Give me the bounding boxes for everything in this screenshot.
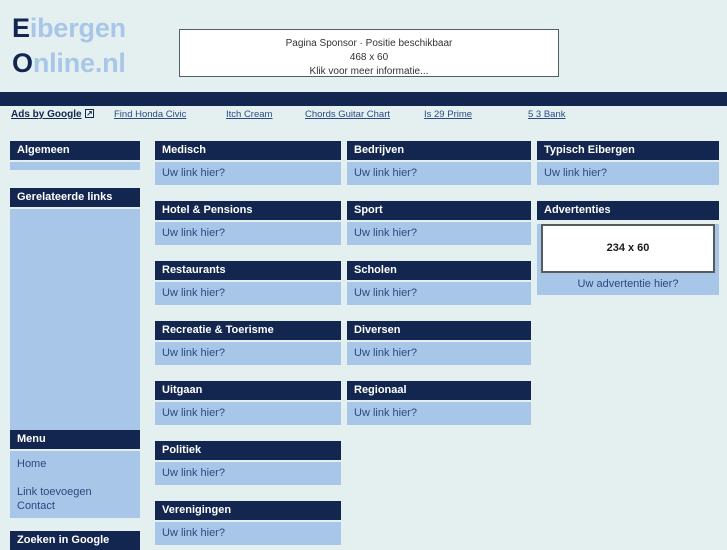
category-link-placeholder[interactable]: Uw link hier? xyxy=(162,286,334,300)
category-link-placeholder[interactable]: Uw link hier? xyxy=(162,226,334,240)
sponsor-line-1: Pagina Sponsor · Positie beschikbaar xyxy=(285,38,453,49)
category-body-hotel-pensions: Uw link hier? xyxy=(155,222,341,245)
logo-rest-ibergen: ibergen xyxy=(29,13,126,43)
category-link-placeholder[interactable]: Uw link hier? xyxy=(162,346,334,360)
category-link-placeholder[interactable]: Uw link hier? xyxy=(162,526,334,540)
category-body-regionaal: Uw link hier? xyxy=(347,402,531,425)
advertenties-panel: Advertenties 234 x 60 Uw advertentie hie… xyxy=(537,201,719,295)
category-title-verenigingen[interactable]: Verenigingen xyxy=(155,501,341,520)
ad-link-3[interactable]: Is 29 Prime xyxy=(424,109,472,120)
site-logo[interactable]: Eibergen Online.nl xyxy=(12,14,126,77)
external-link-icon xyxy=(84,109,94,121)
ads-links-strip: Ads by Google Find Honda Civic Itch Crea… xyxy=(0,106,727,128)
category-title-diversen[interactable]: Diversen xyxy=(347,321,531,340)
category-panel-medisch: Medisch Uw link hier? xyxy=(155,141,341,185)
category-title-bedrijven[interactable]: Bedrijven xyxy=(347,141,531,160)
menu-item-contact[interactable]: Contact xyxy=(17,499,133,513)
sidebar-panel-gerelateerde-links-body xyxy=(10,209,140,431)
category-title-regionaal[interactable]: Regionaal xyxy=(347,381,531,400)
category-panel-hotel-pensions: Hotel & Pensions Uw link hier? xyxy=(155,201,341,245)
advertenties-title: Advertenties xyxy=(537,201,719,220)
category-title-medisch[interactable]: Medisch xyxy=(155,141,341,160)
sidebar-panel-zoeken-in-google: Zoeken in Google xyxy=(10,531,140,550)
category-title-recreatie-toerisme[interactable]: Recreatie & Toerisme xyxy=(155,321,341,340)
category-panel-scholen: Scholen Uw link hier? xyxy=(347,261,531,305)
sponsor-line-3: Klik voor meer informatie... xyxy=(309,66,429,77)
category-body-sport: Uw link hier? xyxy=(347,222,531,245)
sidebar-panel-gerelateerde-links: Gerelateerde links xyxy=(10,188,140,431)
sidebar-item-gerelateerde-links[interactable]: Gerelateerde links xyxy=(10,188,140,207)
sidebar-menu-body: Home Link toevoegen Contact xyxy=(10,451,140,518)
ads-by-google-text: Ads by Google xyxy=(11,109,82,120)
category-body-typisch-eibergen: Uw link hier? xyxy=(537,162,719,185)
menu-item-link-toevoegen[interactable]: Link toevoegen xyxy=(17,485,133,499)
category-link-placeholder[interactable]: Uw link hier? xyxy=(354,406,524,420)
category-body-politiek: Uw link hier? xyxy=(155,462,341,485)
sidebar-panel-algemeen: Algemeen xyxy=(10,141,140,170)
category-panel-sport: Sport Uw link hier? xyxy=(347,201,531,245)
category-link-placeholder[interactable]: Uw link hier? xyxy=(354,346,524,360)
page-header: Eibergen Online.nl Pagina Sponsor · Posi… xyxy=(0,0,727,92)
category-body-bedrijven: Uw link hier? xyxy=(347,162,531,185)
ad-link-0[interactable]: Find Honda Civic xyxy=(114,109,186,120)
category-body-scholen: Uw link hier? xyxy=(347,282,531,305)
category-body-recreatie-toerisme: Uw link hier? xyxy=(155,342,341,365)
category-panel-uitgaan: Uitgaan Uw link hier? xyxy=(155,381,341,425)
category-panel-politiek: Politiek Uw link hier? xyxy=(155,441,341,485)
category-body-restaurants: Uw link hier? xyxy=(155,282,341,305)
ad-link-1[interactable]: Itch Cream xyxy=(226,109,272,120)
category-title-typisch-eibergen[interactable]: Typisch Eibergen xyxy=(537,141,719,160)
category-title-politiek[interactable]: Politiek xyxy=(155,441,341,460)
sidebar-panel-algemeen-body xyxy=(10,162,140,170)
category-title-sport[interactable]: Sport xyxy=(347,201,531,220)
category-panel-diversen: Diversen Uw link hier? xyxy=(347,321,531,365)
logo-cap-o: O xyxy=(12,48,33,78)
ad-creative-234x60[interactable]: 234 x 60 xyxy=(541,224,715,273)
category-body-verenigingen: Uw link hier? xyxy=(155,522,341,545)
ad-link-4[interactable]: 5 3 Bank xyxy=(528,109,566,120)
ad-link-2[interactable]: Chords Guitar Chart xyxy=(305,109,390,120)
category-panel-recreatie-toerisme: Recreatie & Toerisme Uw link hier? xyxy=(155,321,341,365)
sidebar-item-algemeen[interactable]: Algemeen xyxy=(10,141,140,160)
category-link-placeholder[interactable]: Uw link hier? xyxy=(354,166,524,180)
category-panel-verenigingen: Verenigingen Uw link hier? xyxy=(155,501,341,545)
ads-by-google-label[interactable]: Ads by Google xyxy=(11,109,94,121)
menu-spacer xyxy=(17,471,133,485)
category-link-placeholder[interactable]: Uw link hier? xyxy=(162,466,334,480)
sidebar-zoeken-title: Zoeken in Google xyxy=(10,531,140,550)
category-title-scholen[interactable]: Scholen xyxy=(347,261,531,280)
category-link-placeholder[interactable]: Uw link hier? xyxy=(162,166,334,180)
ads-bar-divider xyxy=(0,92,727,106)
category-panel-typisch-eibergen: Typisch Eibergen Uw link hier? xyxy=(537,141,719,185)
logo-line-1: Eibergen xyxy=(12,14,126,42)
category-link-placeholder[interactable]: Uw link hier? xyxy=(354,286,524,300)
category-title-restaurants[interactable]: Restaurants xyxy=(155,261,341,280)
ad-caption-link[interactable]: Uw advertentie hier? xyxy=(537,273,719,295)
sponsor-banner[interactable]: Pagina Sponsor · Positie beschikbaar 468… xyxy=(179,29,559,77)
category-title-hotel-pensions[interactable]: Hotel & Pensions xyxy=(155,201,341,220)
sidebar-menu-title: Menu xyxy=(10,430,140,449)
menu-item-home[interactable]: Home xyxy=(17,457,133,471)
logo-rest-online: nline.nl xyxy=(32,48,126,78)
logo-cap-e: E xyxy=(12,13,30,43)
sidebar-panel-menu: Menu Home Link toevoegen Contact xyxy=(10,430,140,518)
category-link-placeholder[interactable]: Uw link hier? xyxy=(162,406,334,420)
category-body-medisch: Uw link hier? xyxy=(155,162,341,185)
category-title-uitgaan[interactable]: Uitgaan xyxy=(155,381,341,400)
category-link-placeholder[interactable]: Uw link hier? xyxy=(544,166,712,180)
category-link-placeholder[interactable]: Uw link hier? xyxy=(354,226,524,240)
category-panel-restaurants: Restaurants Uw link hier? xyxy=(155,261,341,305)
sponsor-line-2: 468 x 60 xyxy=(349,52,389,63)
category-panel-regionaal: Regionaal Uw link hier? xyxy=(347,381,531,425)
category-body-uitgaan: Uw link hier? xyxy=(155,402,341,425)
advertenties-body: 234 x 60 Uw advertentie hier? xyxy=(537,224,719,295)
logo-line-2: Online.nl xyxy=(12,49,126,77)
category-panel-bedrijven: Bedrijven Uw link hier? xyxy=(347,141,531,185)
category-body-diversen: Uw link hier? xyxy=(347,342,531,365)
